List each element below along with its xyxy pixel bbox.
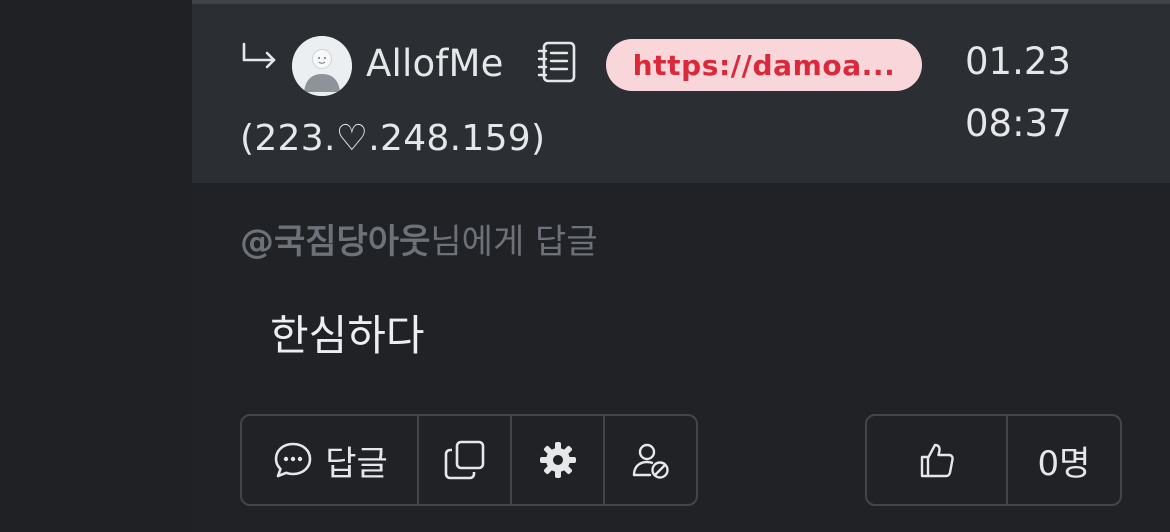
comment-actions: 답글 bbox=[240, 414, 698, 506]
memo-icon[interactable] bbox=[536, 40, 578, 86]
comment-body: 한심하다 bbox=[270, 311, 425, 360]
comment-item: AllofMe https://damoa... (223.♡.248.159)… bbox=[192, 0, 1170, 532]
comment-header: AllofMe https://damoa... (223.♡.248.159)… bbox=[192, 0, 1170, 183]
left-gutter bbox=[0, 0, 192, 532]
reply-arrow-icon bbox=[242, 42, 276, 69]
reply-target-nick[interactable]: @국짐당아웃 bbox=[240, 222, 430, 262]
user-block-icon bbox=[632, 443, 669, 479]
ip-address: (223.♡.248.159) bbox=[240, 118, 546, 159]
reply-target: @국짐당아웃님에게 답글 bbox=[240, 214, 598, 263]
reply-button-label: 답글 bbox=[325, 443, 388, 484]
avatar-icon bbox=[292, 36, 352, 96]
reply-button[interactable]: 답글 bbox=[242, 416, 419, 504]
like-button[interactable] bbox=[867, 416, 1008, 504]
comment-time: 08:37 bbox=[965, 102, 1072, 145]
gear-icon bbox=[539, 442, 576, 478]
like-actions: 0명 bbox=[865, 414, 1122, 506]
link-badge[interactable]: https://damoa... bbox=[606, 39, 922, 91]
block-user-button[interactable] bbox=[605, 416, 696, 504]
thumbs-up-icon bbox=[920, 443, 954, 478]
comment-date: 01.23 bbox=[965, 40, 1071, 83]
author-name[interactable]: AllofMe bbox=[366, 42, 504, 85]
copy-icon bbox=[444, 440, 484, 480]
avatar[interactable] bbox=[292, 36, 352, 96]
comment-bubble-icon bbox=[274, 442, 312, 478]
like-count[interactable]: 0명 bbox=[1008, 416, 1120, 504]
copy-button[interactable] bbox=[419, 416, 512, 504]
settings-button[interactable] bbox=[512, 416, 605, 504]
reply-target-suffix: 님에게 답글 bbox=[430, 222, 598, 262]
